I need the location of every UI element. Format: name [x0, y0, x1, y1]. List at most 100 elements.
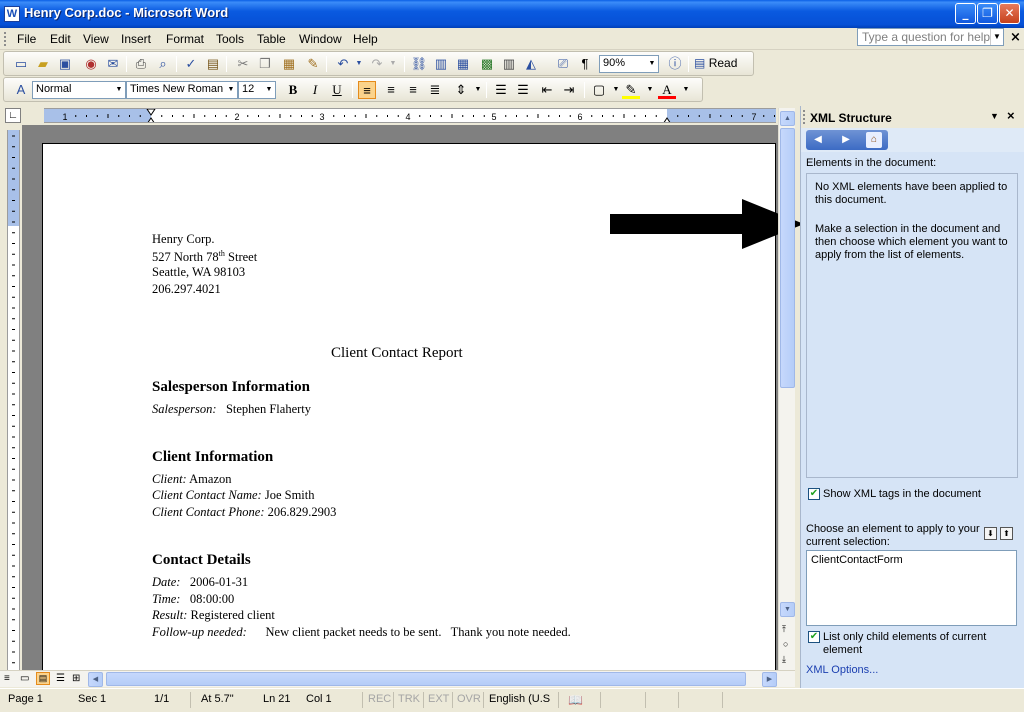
drawing-icon[interactable]: ◭ [522, 55, 540, 73]
bold-button[interactable]: B [284, 81, 302, 99]
chevron-down-icon[interactable]: ▼ [225, 82, 237, 98]
vertical-ruler[interactable] [7, 130, 20, 670]
justify-icon[interactable]: ≣ [426, 81, 444, 99]
task-pane-menu-icon[interactable]: ▼ [990, 111, 999, 121]
menu-tools[interactable]: Tools [216, 32, 244, 46]
research-icon[interactable]: ▤ [204, 55, 222, 73]
increase-indent-icon[interactable]: ⇥ [560, 81, 578, 99]
forward-icon[interactable]: ▶ [838, 132, 854, 148]
align-center-icon[interactable]: ≡ [382, 81, 400, 99]
style-select[interactable]: Normal ▼ [32, 81, 126, 99]
elements-box[interactable]: No XML elements have been applied to thi… [806, 173, 1018, 478]
show-xml-tags-checkbox[interactable]: ✔ [808, 488, 820, 500]
print-layout-icon[interactable]: ▤ [36, 672, 50, 685]
web-layout-icon[interactable]: ▭ [20, 673, 29, 684]
print-preview-icon[interactable]: ⌕ [154, 55, 172, 73]
spelling-status-icon[interactable]: 📖 [568, 693, 583, 707]
menu-grip[interactable] [4, 32, 7, 46]
bullets-icon[interactable]: ☰ [514, 81, 532, 99]
align-left-icon[interactable]: ≡ [358, 81, 376, 99]
outline-view-icon[interactable]: ☰ [56, 673, 65, 684]
new-document-icon[interactable]: ▭ [12, 55, 30, 73]
hyperlink-icon[interactable]: ⛓ [410, 55, 428, 73]
help-icon[interactable]: ⓘ [666, 55, 684, 73]
next-page-icon[interactable]: ⤓ [782, 654, 786, 665]
font-color-icon[interactable]: A [658, 81, 676, 99]
menu-file[interactable]: File [17, 32, 36, 46]
align-right-icon[interactable]: ≡ [404, 81, 422, 99]
email-icon[interactable]: ✉ [104, 55, 122, 73]
tables-borders-icon[interactable]: ▥ [432, 55, 450, 73]
print-icon[interactable]: ⎙ [132, 55, 150, 73]
tab-selector[interactable]: ∟ [5, 108, 21, 123]
font-size-select[interactable]: 12 ▼ [238, 81, 276, 99]
decrease-indent-icon[interactable]: ⇤ [538, 81, 556, 99]
styles-formatting-icon[interactable]: A [12, 81, 30, 99]
menu-edit[interactable]: Edit [50, 32, 71, 46]
insert-table-icon[interactable]: ▦ [454, 55, 472, 73]
menu-insert[interactable]: Insert [121, 32, 151, 46]
status-ext[interactable]: EXT [428, 693, 449, 705]
menu-table[interactable]: Table [257, 32, 286, 46]
restore-button[interactable]: ❐ [977, 3, 998, 24]
normal-view-icon[interactable]: ≡ [4, 673, 10, 684]
line-spacing-icon[interactable]: ⇕ [452, 81, 470, 99]
home-icon[interactable]: ⌂ [866, 132, 882, 148]
help-question-input[interactable]: Type a question for help ▼ [857, 28, 1004, 46]
horizontal-scroll-thumb[interactable] [106, 672, 746, 686]
scroll-up-icon[interactable]: ▲ [780, 111, 795, 126]
border-icon[interactable]: ▢ [590, 81, 608, 99]
redo-dropdown-icon[interactable]: ▼ [384, 55, 402, 73]
document-close-icon[interactable]: × [1010, 30, 1021, 45]
select-browse-object-icon[interactable]: ○ [783, 639, 788, 649]
horizontal-ruler[interactable]: 1 2 3 4 5 6 7 [44, 108, 776, 123]
sort-up-icon[interactable]: ⬆ [1000, 527, 1013, 540]
close-button[interactable]: ✕ [999, 3, 1020, 24]
scroll-left-icon[interactable]: ◀ [88, 672, 103, 687]
status-rec[interactable]: REC [368, 693, 391, 705]
paste-icon[interactable]: ▦ [280, 55, 298, 73]
element-list-item[interactable]: ClientContactForm [811, 554, 903, 566]
chevron-down-icon[interactable]: ▼ [677, 81, 695, 99]
save-icon[interactable]: ▣ [56, 55, 74, 73]
scroll-down-icon[interactable]: ▼ [780, 602, 795, 617]
chevron-down-icon[interactable]: ▼ [646, 56, 658, 72]
word-app-icon[interactable]: W [4, 6, 20, 22]
chevron-down-icon[interactable]: ▼ [641, 81, 659, 99]
numbering-icon[interactable]: ☰ [492, 81, 510, 99]
task-pane-close-icon[interactable]: × [1007, 108, 1015, 123]
back-icon[interactable]: ◀ [810, 132, 826, 148]
reading-layout-icon[interactable]: ⊞ [72, 673, 80, 684]
sort-down-icon[interactable]: ⬇ [984, 527, 997, 540]
chevron-down-icon[interactable]: ▼ [263, 82, 275, 98]
show-hide-icon[interactable]: ¶ [576, 55, 594, 73]
font-select[interactable]: Times New Roman ▼ [126, 81, 238, 99]
spelling-icon[interactable]: ✓ [182, 55, 200, 73]
menu-format[interactable]: Format [166, 32, 204, 46]
status-trk[interactable]: TRK [398, 693, 420, 705]
read-button[interactable]: ▤ Read [694, 56, 737, 70]
copy-icon[interactable]: ❐ [256, 55, 274, 73]
cut-icon[interactable]: ✂ [234, 55, 252, 73]
chevron-down-icon[interactable]: ▼ [113, 82, 125, 98]
element-list[interactable]: ClientContactForm [806, 550, 1017, 626]
columns-icon[interactable]: ▥ [500, 55, 518, 73]
chevron-down-icon[interactable]: ▼ [990, 29, 1003, 45]
permission-icon[interactable]: ◉ [82, 55, 100, 73]
menu-view[interactable]: View [83, 32, 109, 46]
insert-excel-icon[interactable]: ▩ [478, 55, 496, 73]
document-map-icon[interactable]: ⎚ [554, 55, 572, 73]
menu-window[interactable]: Window [299, 32, 342, 46]
status-ovr[interactable]: OVR [457, 693, 481, 705]
undo-dropdown-icon[interactable]: ▼ [350, 55, 368, 73]
menu-help[interactable]: Help [353, 32, 378, 46]
italic-button[interactable]: I [306, 81, 324, 99]
task-pane-grip[interactable] [803, 110, 806, 124]
highlight-icon[interactable]: ✎ [622, 81, 640, 99]
scroll-right-icon[interactable]: ▶ [762, 672, 777, 687]
minimize-button[interactable]: _ [955, 3, 976, 24]
list-only-child-checkbox[interactable]: ✔ [808, 631, 820, 643]
format-painter-icon[interactable]: ✎ [304, 55, 322, 73]
chevron-down-icon[interactable]: ▼ [469, 81, 487, 99]
xml-options-link[interactable]: XML Options... [806, 664, 878, 676]
